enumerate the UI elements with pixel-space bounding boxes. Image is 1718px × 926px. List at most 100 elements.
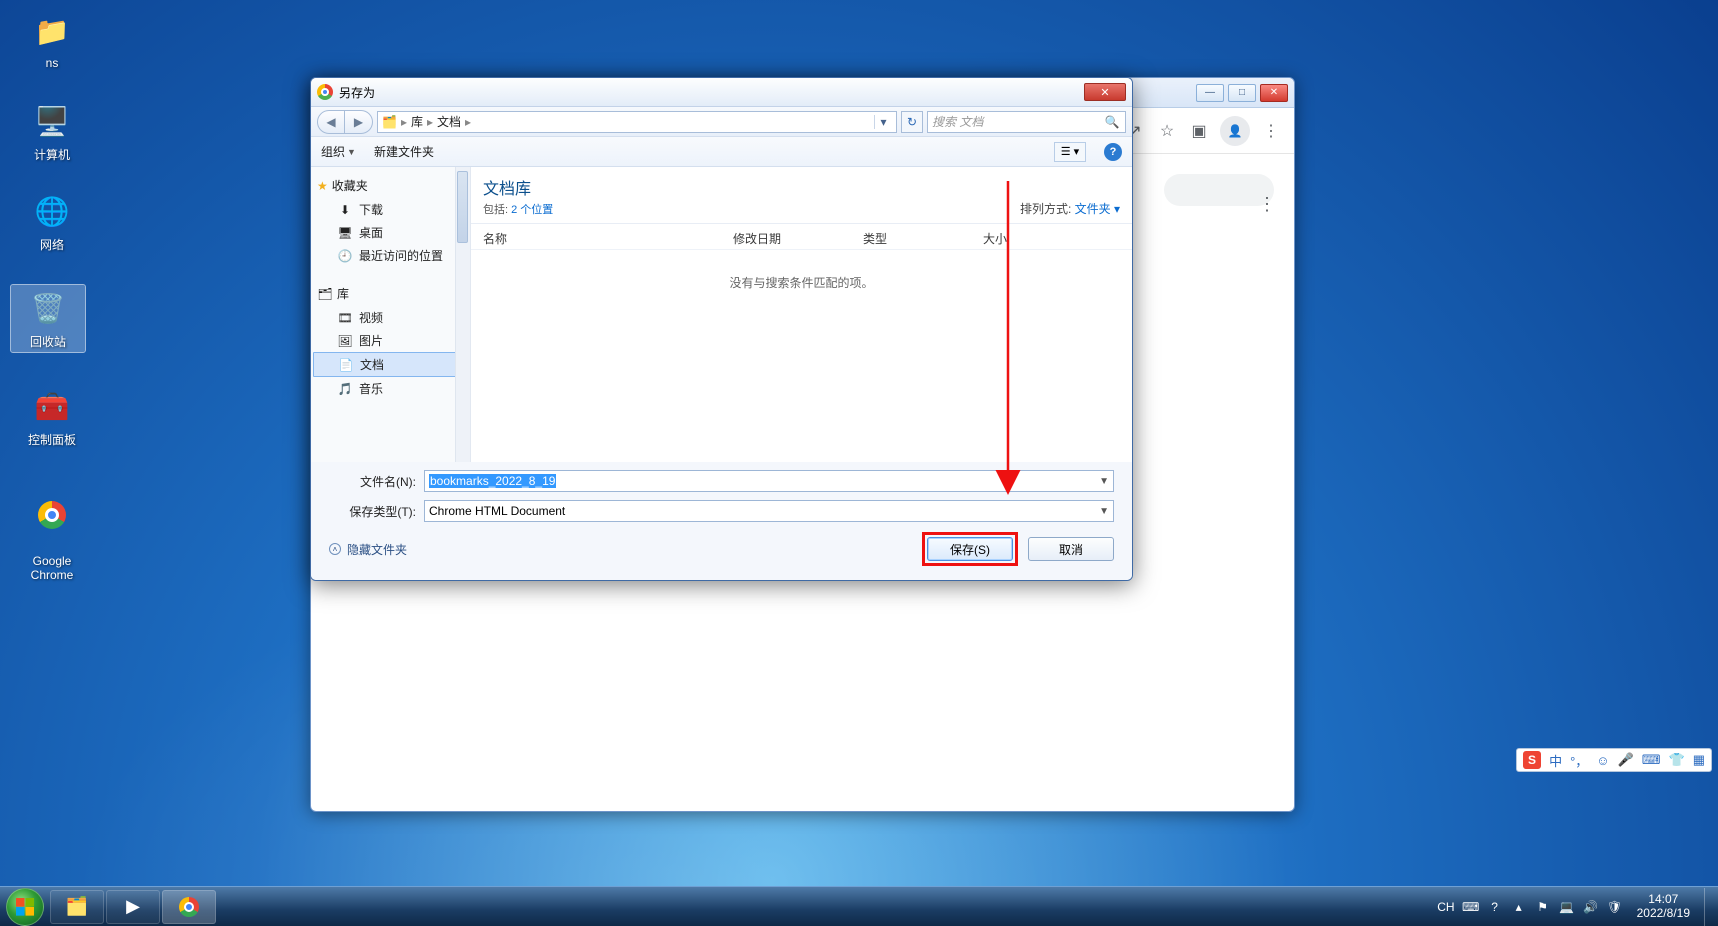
sidebar-item-music[interactable]: 🎵音乐 [311,377,470,400]
desktop-icon-chrome[interactable]: Google Chrome [15,480,89,596]
tray-help-icon[interactable]: ? [1487,899,1503,915]
tray-lang[interactable]: CH [1437,900,1454,914]
minimize-button[interactable]: — [1196,84,1224,102]
hide-folders-toggle[interactable]: ˄ 隐藏文件夹 [329,541,407,558]
filetype-select[interactable]: Chrome HTML Document ▼ [424,500,1114,522]
download-icon: ⬇ [337,203,353,217]
close-button[interactable]: ✕ [1260,84,1288,102]
bookmark-star-icon[interactable]: ☆ [1156,120,1178,142]
sidebar-item-recent[interactable]: 🕘最近访问的位置 [311,244,470,267]
tray-volume-icon[interactable]: 🔊 [1583,899,1599,915]
ime-punct-icon[interactable]: °， [1570,751,1588,770]
filename-dropdown-icon[interactable]: ▼ [1099,476,1109,487]
column-type[interactable]: 类型 [863,230,983,247]
desktop-icon-label: Google Chrome [15,554,89,582]
system-tray[interactable]: CH ⌨ ? ▴ ⚑ 💻 🔊 🛡 14:07 2022/8/19 [1437,888,1712,926]
sidebar-scrollbar[interactable] [455,167,470,462]
arrange-by[interactable]: 排列方式: 文件夹 ▾ [1020,200,1120,217]
ime-keyboard-icon[interactable]: ⌨ [1642,752,1661,768]
save-button[interactable]: 保存(S) [927,537,1013,561]
desktop-icon-computer[interactable]: 🖥️ 计算机 [15,100,89,163]
show-desktop-button[interactable] [1704,888,1712,926]
filename-label: 文件名(N): [329,473,424,490]
filename-input[interactable]: bookmarks_2022_8_19 ▼ [424,470,1114,492]
chevron-up-icon: ˄ [329,543,341,555]
tray-flag-icon[interactable]: ⚑ [1535,899,1551,915]
new-folder-button[interactable]: 新建文件夹 [374,143,434,160]
sidebar-item-desktop[interactable]: 🖥桌面 [311,221,470,244]
breadcrumb[interactable]: 🗂️ ▸ 库 ▸ 文档 ▸ ▾ [377,111,897,133]
tray-clock[interactable]: 14:07 2022/8/19 [1631,893,1696,919]
profile-avatar-icon[interactable]: 👤 [1220,116,1250,146]
desktop-icon-recycle-bin[interactable]: 🗑️ 回收站 [11,285,85,352]
forward-button[interactable]: ▶ [345,110,373,134]
ime-toolbar[interactable]: S 中 °， ☺ 🎤 ⌨ 👕 ▦ [1516,748,1712,772]
reader-icon[interactable]: ▣ [1188,120,1210,142]
help-button[interactable]: ? [1104,143,1122,161]
video-icon: 🎞 [337,311,353,325]
dialog-navbar: ◀ ▶ 🗂️ ▸ 库 ▸ 文档 ▸ ▾ ↻ 搜索 文档 🔍 [311,107,1132,137]
tray-network-icon[interactable]: 💻 [1559,899,1575,915]
desktop-icon-label: ns [15,56,89,70]
dialog-title: 另存为 [339,84,375,101]
menu-kebab-icon[interactable]: ⋮ [1260,120,1282,142]
taskbar[interactable]: 🗂️ ▶ CH ⌨ ? ▴ ⚑ 💻 🔊 🛡 14:07 2022/8/19 [0,886,1718,926]
filetype-dropdown-icon[interactable]: ▼ [1099,506,1109,517]
dialog-close-button[interactable]: ✕ [1084,83,1126,101]
sidebar-favorites-header[interactable]: ★收藏夹 [311,173,470,198]
library-icon: 🗂 [317,287,333,301]
ime-mic-icon[interactable]: 🎤 [1618,752,1634,768]
organize-menu[interactable]: 组织▼ [321,143,356,160]
desktop-icon-control-panel[interactable]: 🧰 控制面板 [15,385,89,448]
ime-menu-icon[interactable]: ▦ [1693,752,1705,768]
column-name[interactable]: 名称 [483,230,733,247]
recent-icon: 🕘 [337,249,353,263]
control-panel-icon: 🧰 [31,385,73,427]
tray-shield-icon[interactable]: 🛡 [1607,899,1623,915]
sidebar-libraries-header[interactable]: 🗂库 [311,281,470,306]
sidebar-item-documents[interactable]: 📄文档 [313,352,468,377]
sidebar-item-videos[interactable]: 🎞视频 [311,306,470,329]
music-icon: 🎵 [337,382,353,396]
search-input[interactable]: 搜索 文档 🔍 [927,111,1126,133]
dialog-toolbar: 组织▼ 新建文件夹 ☰ ▾ ? [311,137,1132,167]
breadcrumb-folder[interactable]: 文档 [437,113,461,130]
tray-chevron-icon[interactable]: ▴ [1511,899,1527,915]
pane-subtitle: 包括: 2 个位置 [483,201,553,217]
column-headers[interactable]: 名称 修改日期 类型 大小 [471,224,1132,250]
document-icon: 📄 [338,358,354,372]
breadcrumb-root[interactable]: 库 [411,113,423,130]
dialog-titlebar[interactable]: 另存为 ✕ [311,78,1132,107]
back-button[interactable]: ◀ [317,110,345,134]
page-menu-icon[interactable]: ⋮ [1258,194,1276,215]
folder-icon: 🗂️ [382,115,397,129]
desktop-icon-label: 计算机 [15,146,89,163]
desktop-icon-network[interactable]: 🌐 网络 [15,190,89,253]
start-button[interactable] [6,888,44,926]
desktop-icon-label: 网络 [15,236,89,253]
ime-emoji-icon[interactable]: ☺ [1596,753,1609,768]
taskbar-media-player[interactable]: ▶ [106,890,160,924]
refresh-button[interactable]: ↻ [901,111,923,133]
filetype-label: 保存类型(T): [329,503,424,520]
cancel-button[interactable]: 取消 [1028,537,1114,561]
sidebar-item-downloads[interactable]: ⬇下载 [311,198,470,221]
column-size[interactable]: 大小 [983,230,1120,247]
ime-skin-icon[interactable]: 👕 [1669,752,1685,768]
locations-link[interactable]: 2 个位置 [511,204,553,216]
sidebar[interactable]: ★收藏夹 ⬇下载 🖥桌面 🕘最近访问的位置 🗂库 🎞视频 🖼图片 📄文档 🎵音乐 [311,167,471,462]
view-switch[interactable]: ☰ ▾ [1054,142,1086,162]
tray-ime-icon[interactable]: ⌨ [1463,899,1479,915]
column-date[interactable]: 修改日期 [733,230,863,247]
desktop-icon-ns[interactable]: 📁 ns [15,10,89,70]
taskbar-chrome[interactable] [162,890,216,924]
recycle-bin-icon: 🗑️ [27,287,69,329]
folder-icon: 📁 [31,10,73,52]
picture-icon: 🖼 [337,334,353,348]
ime-lang[interactable]: 中 [1549,751,1562,770]
breadcrumb-dropdown[interactable]: ▾ [874,115,892,129]
network-icon: 🌐 [31,190,73,232]
maximize-button[interactable]: □ [1228,84,1256,102]
sidebar-item-pictures[interactable]: 🖼图片 [311,329,470,352]
taskbar-explorer[interactable]: 🗂️ [50,890,104,924]
